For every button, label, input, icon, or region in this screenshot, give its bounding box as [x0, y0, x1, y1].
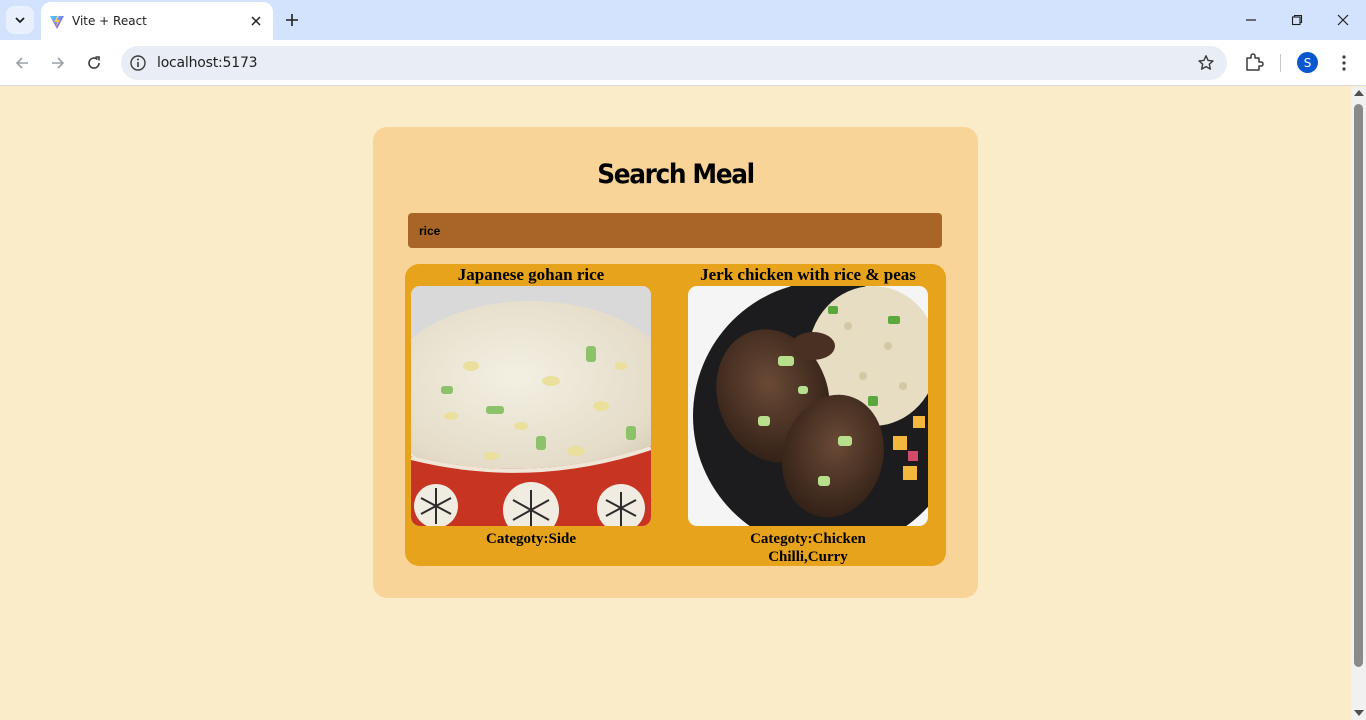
fried-rice-bowl-image[interactable] — [411, 286, 651, 526]
scroll-thumb[interactable] — [1354, 104, 1363, 667]
extensions-puzzle-icon[interactable] — [1243, 51, 1265, 73]
minimize-icon — [1246, 19, 1256, 21]
results-panel: Japanese gohan rice Categoty:Side Jerk c… — [405, 264, 946, 566]
close-window-button[interactable] — [1320, 0, 1366, 40]
meal-title: Japanese gohan rice — [457, 265, 605, 284]
forward-button[interactable] — [45, 50, 71, 76]
chevron-down-icon — [15, 17, 25, 24]
meal-category: Categoty:Chicken Chilli,Curry — [750, 531, 866, 565]
toolbar-divider — [1280, 54, 1281, 72]
bookmark-star-icon[interactable] — [1197, 54, 1215, 72]
tab-close-button[interactable] — [246, 11, 266, 31]
restore-icon — [1291, 14, 1303, 26]
reload-button[interactable] — [81, 50, 107, 76]
meal-title: Jerk chicken with rice & peas — [700, 265, 916, 284]
kebab-menu-icon — [1342, 55, 1346, 71]
browser-menu-button[interactable] — [1334, 52, 1354, 74]
url-text: localhost:5173 — [157, 55, 258, 71]
jerk-chicken-plate-image[interactable] — [688, 286, 928, 526]
scroll-up-arrow-icon[interactable] — [1354, 90, 1364, 96]
plus-icon — [286, 14, 298, 26]
tab-search-button[interactable] — [6, 6, 34, 34]
site-info-icon[interactable] — [129, 54, 147, 72]
new-tab-button[interactable] — [281, 9, 303, 31]
page-viewport: Search Meal Japanese gohan rice — [0, 87, 1351, 720]
vite-logo-icon — [50, 15, 64, 29]
address-bar[interactable]: localhost:5173 — [121, 46, 1227, 80]
browser-toolbar: localhost:5173 S — [0, 40, 1366, 86]
arrow-left-icon — [15, 57, 28, 69]
search-input[interactable] — [408, 213, 942, 248]
meal-category: Categoty:Side — [486, 531, 576, 547]
close-icon — [1337, 14, 1349, 26]
browser-tab[interactable]: Vite + React — [41, 2, 273, 40]
minimize-button[interactable] — [1228, 0, 1274, 40]
scroll-down-arrow-icon[interactable] — [1354, 710, 1364, 716]
meal-card[interactable]: Japanese gohan rice Categoty:Side — [406, 264, 656, 548]
reload-icon — [88, 56, 100, 69]
profile-avatar[interactable]: S — [1297, 52, 1318, 73]
page-title: Search Meal — [597, 159, 755, 190]
tab-strip: Vite + React — [0, 0, 1366, 40]
search-meal-card: Search Meal Japanese gohan rice — [373, 127, 978, 598]
back-button[interactable] — [9, 50, 35, 76]
vertical-scrollbar[interactable] — [1351, 87, 1366, 720]
arrow-right-icon — [52, 57, 65, 69]
tab-title: Vite + React — [72, 14, 147, 28]
restore-button[interactable] — [1274, 0, 1320, 40]
meal-card[interactable]: Jerk chicken with rice & peas Categoty:C… — [683, 264, 933, 566]
close-icon — [251, 16, 261, 26]
